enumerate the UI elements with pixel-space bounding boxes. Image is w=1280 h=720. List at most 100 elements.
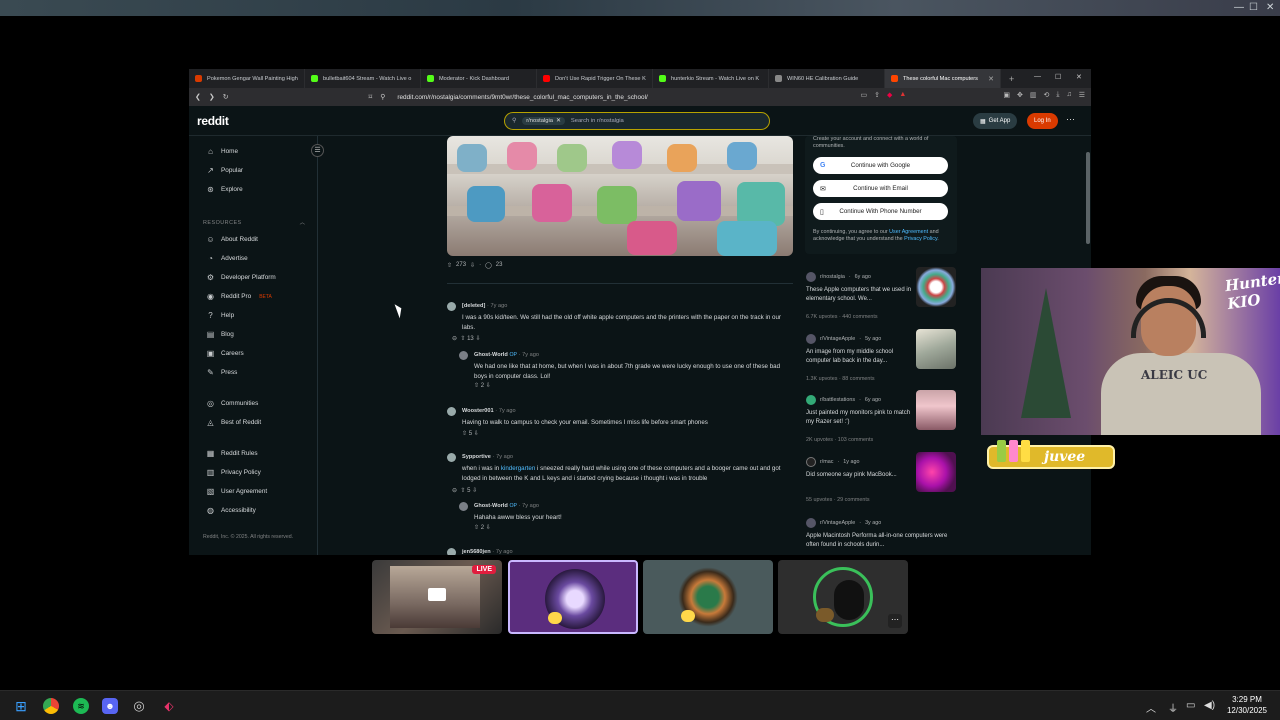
continue-with-phone-button[interactable]: ▯ Continue With Phone Number [813, 203, 948, 220]
sidebar-item-careers[interactable]: ▣ Careers [206, 349, 244, 358]
extension-icon[interactable]: ▲ [899, 91, 906, 99]
spotify-icon[interactable]: ≋ [73, 698, 89, 714]
downvote-icon[interactable]: ⇩ [486, 525, 491, 531]
avatar[interactable] [447, 407, 456, 416]
sidebar-icon[interactable]: ▥ [1030, 91, 1037, 99]
more-options-icon[interactable]: ⋯ [888, 614, 902, 628]
collapse-sidebar-icon[interactable]: ☰ [311, 144, 324, 157]
windows-start-icon[interactable]: ⊞ [13, 698, 29, 714]
comment-username[interactable]: Wooster001 [462, 408, 494, 414]
new-tab-icon[interactable]: + [1009, 74, 1014, 84]
collapse-icon[interactable]: ⊖ [452, 488, 457, 494]
related-post[interactable]: r/VintageApple · 5y ago An image from my m… [806, 329, 956, 386]
sidebar-item-advertise[interactable]: ◔ Advertise [206, 254, 248, 263]
network-icon[interactable]: ▭ [1186, 700, 1195, 711]
user-agreement-link[interactable]: User Agreement [889, 229, 928, 235]
avatar[interactable] [459, 351, 468, 360]
comment-username[interactable]: jen5680jen [462, 549, 491, 555]
puzzle-icon[interactable]: ✥ [1017, 91, 1023, 99]
browser-tab[interactable]: WIN60 HE Calibration Guide [769, 69, 885, 88]
sidebar-item-blog[interactable]: ▤ Blog [206, 330, 234, 339]
kindergarten-link[interactable]: kindergarten [501, 465, 535, 472]
comment-username[interactable]: [deleted] [462, 303, 485, 309]
back-icon[interactable]: ❮ [195, 93, 201, 101]
discord-icon[interactable]: ☻ [102, 698, 118, 714]
login-button[interactable]: Log In [1027, 113, 1058, 129]
upvote-icon[interactable]: ⇧ [474, 525, 479, 531]
downvote-icon[interactable]: ⇩ [470, 262, 475, 269]
related-post[interactable]: r/battlestations · 6y ago Just painted my … [806, 390, 956, 447]
sidebar-item-accessibility[interactable]: ◍ Accessibility [206, 506, 256, 515]
sidebar-item-developer-platform[interactable]: ⚙ Developer Platform [206, 273, 276, 282]
sidebar-item-communities[interactable]: ◎ Communities [206, 399, 258, 408]
screenshot-icon[interactable]: ▭ [861, 91, 868, 99]
upvote-icon[interactable]: ⇧ [462, 431, 467, 437]
comment-icon[interactable]: ◯ [485, 262, 492, 269]
stream-tile-user[interactable] [643, 560, 773, 634]
close-icon[interactable]: ✕ [1076, 73, 1082, 81]
chevron-up-icon[interactable]: ︿ [300, 220, 306, 226]
sidebar-item-best-of-reddit[interactable]: ◬ Best of Reddit [206, 418, 261, 427]
downvote-icon[interactable]: ⇩ [474, 431, 479, 437]
obs-icon[interactable]: ◎ [131, 698, 147, 714]
related-post[interactable]: r/VintageApple · 3y ago Apple Macintosh Pe… [806, 518, 956, 555]
app-pin-icon[interactable]: ⬖ [161, 698, 177, 714]
resources-heading[interactable]: RESOURCES ︿ [203, 218, 306, 226]
bookmark-icon[interactable]: ⌑ [369, 93, 373, 101]
upvote-icon[interactable]: ⇧ [474, 383, 479, 389]
forward-icon[interactable]: ❯ [209, 93, 215, 101]
reload-icon[interactable]: ↻ [223, 93, 229, 101]
continue-with-email-button[interactable]: ✉ Continue with Email [813, 180, 948, 197]
browser-tab[interactable]: bulletbait604 Stream - Watch Live o [305, 69, 421, 88]
sidebar-item-explore[interactable]: ⊛ Explore [206, 185, 243, 194]
stream-tile-user[interactable] [508, 560, 638, 634]
sidebar-item-home[interactable]: ⌂ Home [206, 147, 238, 156]
maximize-icon[interactable]: ☐ [1055, 73, 1061, 81]
microphone-icon[interactable]: ⏚ [1168, 700, 1178, 715]
get-app-button[interactable]: ▦ Get App [973, 113, 1018, 129]
avatar[interactable] [447, 302, 456, 311]
avatar[interactable] [447, 548, 456, 555]
sidebar-item-reddit-pro[interactable]: ◉ Reddit Pro BETA [206, 292, 272, 301]
scrollbar-thumb[interactable] [1086, 152, 1090, 244]
search-input[interactable]: ⚲ r/nostalgia ✕ Search in r/nostalgia [504, 112, 770, 130]
maximize-icon[interactable]: ☐ [1249, 2, 1258, 13]
close-icon[interactable]: ✕ [1266, 2, 1274, 13]
avatar[interactable] [447, 453, 456, 462]
browser-tab[interactable]: Don't Use Rapid Trigger On These K [537, 69, 653, 88]
site-info-icon[interactable]: ⚲ [380, 93, 385, 101]
sidebar-item-about[interactable]: ☺ About Reddit [206, 235, 258, 244]
collapse-icon[interactable]: ⊖ [452, 336, 457, 342]
more-options-icon[interactable]: ⋯ [1066, 114, 1075, 125]
extension-icon[interactable]: ▣ [1003, 91, 1010, 99]
related-post[interactable]: r/mac · 1y ago Did someone say pink MacBoo… [806, 452, 956, 509]
upvote-icon[interactable]: ⇧ [460, 488, 465, 494]
stream-tile-screen[interactable]: LIVE [372, 560, 502, 634]
subreddit-chip[interactable]: r/nostalgia ✕ [522, 117, 565, 125]
browser-tab[interactable]: Pokemon Gengar Wall Painting High [189, 69, 305, 88]
sidebar-item-press[interactable]: ✎ Press [206, 368, 237, 377]
minimize-icon[interactable]: — [1234, 2, 1244, 13]
url-field[interactable]: reddit.com/r/nostalgia/comments/9mt0wr/t… [397, 94, 647, 101]
tab-close-icon[interactable]: ✕ [988, 75, 994, 83]
related-post[interactable]: r/nostalgia · 6y ago These Apple computers… [806, 267, 956, 324]
browser-tab[interactable]: hunterkio Stream - Watch Live on K [653, 69, 769, 88]
upvote-icon[interactable]: ⇧ [447, 262, 452, 269]
upvote-icon[interactable]: ⇧ [460, 336, 465, 342]
chrome-icon[interactable] [43, 698, 59, 714]
chip-close-icon[interactable]: ✕ [556, 118, 561, 124]
avatar[interactable] [459, 502, 468, 511]
sidebar-item-help[interactable]: ? Help [206, 311, 234, 320]
minimize-icon[interactable]: — [1034, 73, 1041, 80]
menu-icon[interactable]: ☰ [1079, 91, 1085, 99]
post-image[interactable] [447, 136, 793, 256]
sidebar-item-reddit-rules[interactable]: ▦ Reddit Rules [206, 449, 258, 458]
privacy-policy-link[interactable]: Privacy Policy [904, 236, 937, 242]
sidebar-item-popular[interactable]: ↗ Popular [206, 166, 243, 175]
stream-tile-user[interactable]: ⋯ [778, 560, 908, 634]
download-icon[interactable]: ⤓ [1056, 91, 1059, 99]
comment-username[interactable]: Ghost-World [474, 503, 508, 509]
sidebar-item-privacy-policy[interactable]: ▥ Privacy Policy [206, 468, 261, 477]
chevron-up-icon[interactable]: ︿ [1146, 700, 1156, 715]
browser-tab-active[interactable]: These colorful Mac computers ✕ [885, 69, 1001, 88]
